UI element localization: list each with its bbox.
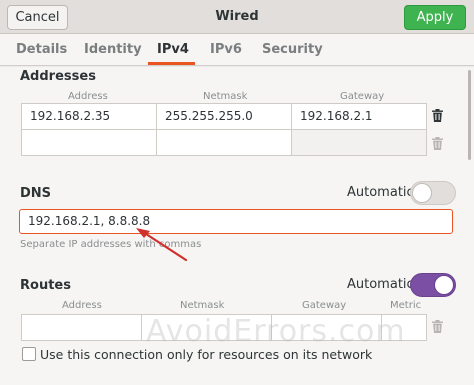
addresses-table: 192.168.2.35 255.255.255.0 192.168.2.1 (21, 103, 427, 156)
apply-button[interactable]: Apply (404, 5, 466, 30)
gateway-field[interactable]: 192.168.2.1 (292, 104, 426, 129)
dns-automatic-label: Automatic (347, 185, 414, 200)
dialog-title: Wired (215, 9, 259, 24)
routes-col-gateway: Gateway (302, 300, 347, 311)
addresses-col-gateway: Gateway (340, 91, 385, 102)
addresses-col-address: Address (68, 91, 108, 102)
dns-hint: Separate IP addresses with commas (20, 239, 202, 250)
tab-ipv4[interactable]: IPv4 (157, 42, 189, 57)
gateway-field-empty[interactable] (292, 130, 426, 155)
scrollbar[interactable] (468, 70, 471, 160)
routes-title: Routes (20, 278, 71, 293)
addresses-title: Addresses (20, 69, 96, 84)
addresses-col-netmask: Netmask (203, 91, 248, 102)
trash-icon-disabled[interactable] (432, 137, 443, 150)
tab-security[interactable]: Security (262, 42, 323, 57)
toggle-knob (412, 183, 432, 203)
tab-identity[interactable]: Identity (84, 42, 142, 57)
dns-title: DNS (20, 186, 52, 201)
netmask-field[interactable]: 255.255.255.0 (157, 104, 292, 129)
routes-automatic-toggle[interactable] (410, 273, 456, 297)
header-bar: Cancel Wired Apply (0, 0, 474, 34)
tab-details[interactable]: Details (16, 42, 67, 57)
route-address-field[interactable] (22, 315, 142, 340)
address-field-empty[interactable] (22, 130, 157, 155)
routes-col-netmask: Netmask (180, 300, 225, 311)
active-tab-indicator (148, 62, 195, 65)
dns-input[interactable]: 192.168.2.1, 8.8.8.8 (19, 209, 453, 234)
toggle-knob (434, 275, 454, 295)
dns-automatic-toggle[interactable] (410, 181, 456, 205)
trash-icon[interactable] (432, 109, 443, 122)
only-local-checkbox[interactable] (22, 347, 36, 361)
watermark: AvoidErrors.com (146, 314, 406, 349)
address-field[interactable]: 192.168.2.35 (22, 104, 157, 129)
tab-bar: Details Identity IPv4 IPv6 Security (0, 34, 474, 66)
only-local-label: Use this connection only for resources o… (40, 347, 373, 362)
route-trash-icon[interactable] (432, 320, 443, 333)
tab-ipv6[interactable]: IPv6 (210, 42, 242, 57)
routes-col-address: Address (62, 300, 102, 311)
netmask-field-empty[interactable] (157, 130, 292, 155)
routes-col-metric: Metric (390, 300, 422, 311)
routes-automatic-label: Automatic (347, 277, 414, 292)
